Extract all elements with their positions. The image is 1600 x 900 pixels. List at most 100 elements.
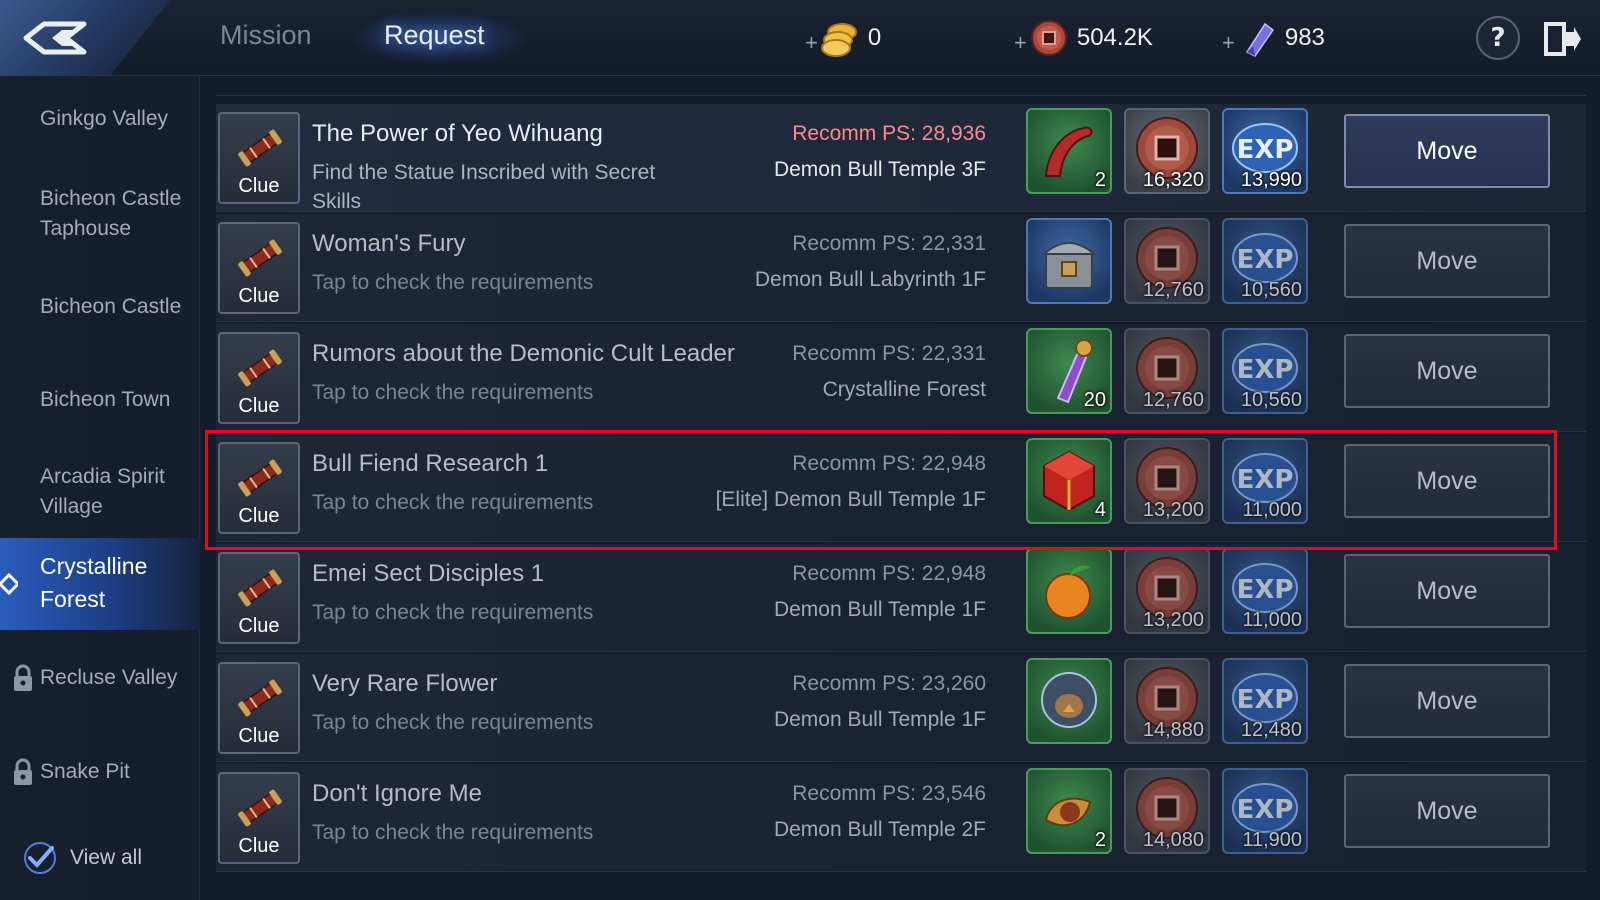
currency-gold[interactable]: + 0 bbox=[805, 18, 881, 58]
quest-row[interactable]: Clue Woman's Fury Tap to check the requi… bbox=[216, 214, 1586, 322]
quest-row[interactable]: Clue Don't Ignore Me Tap to check the re… bbox=[216, 764, 1586, 872]
exit-icon[interactable] bbox=[1540, 18, 1582, 60]
reward-quantity: 14,880 bbox=[1142, 719, 1204, 741]
reward-item[interactable] bbox=[1026, 658, 1112, 744]
reward-item[interactable]: 20 bbox=[1026, 328, 1112, 414]
reward-item[interactable]: EXP 11,900 bbox=[1222, 768, 1308, 854]
scroll-icon bbox=[238, 789, 282, 827]
clue-label: Clue bbox=[238, 175, 280, 197]
reward-item[interactable]: 12,760 bbox=[1124, 218, 1210, 304]
clue-badge[interactable]: Clue bbox=[218, 332, 300, 424]
quest-description: Tap to check the requirements bbox=[312, 271, 594, 294]
reward-item[interactable]: EXP 11,000 bbox=[1222, 548, 1308, 634]
scroll-icon bbox=[238, 349, 282, 387]
quest-title: The Power of Yeo Wihuang bbox=[312, 120, 603, 147]
svg-text:EXP: EXP bbox=[1237, 465, 1294, 495]
move-button[interactable]: Move bbox=[1344, 114, 1550, 188]
reward-item[interactable]: 13,200 bbox=[1124, 438, 1210, 524]
help-button[interactable]: ? bbox=[1476, 16, 1520, 60]
reward-item[interactable]: EXP 12,480 bbox=[1222, 658, 1308, 744]
quest-location: Demon Bull Labyrinth 1F bbox=[754, 268, 986, 291]
recommended-ps: Recomm PS: 23,260 bbox=[792, 672, 986, 695]
reward-quantity: 11,000 bbox=[1242, 499, 1302, 521]
move-button[interactable]: Move bbox=[1344, 224, 1550, 298]
copper-coin-icon bbox=[1030, 20, 1067, 56]
currency-copper[interactable]: + 504.2K bbox=[1014, 18, 1153, 58]
gold-coin-icon bbox=[820, 23, 857, 57]
reward-quantity: 13,990 bbox=[1240, 169, 1302, 191]
move-button[interactable]: Move bbox=[1344, 334, 1550, 408]
copper-amount: 504.2K bbox=[1076, 24, 1153, 51]
reward-item[interactable]: EXP 10,560 bbox=[1222, 218, 1308, 304]
quest-row[interactable]: Clue Very Rare Flower Tap to check the r… bbox=[216, 654, 1586, 762]
reward-item[interactable]: 16,320 bbox=[1124, 108, 1210, 194]
quest-row[interactable]: Clue Rumors about the Demonic Cult Leade… bbox=[216, 324, 1586, 432]
sidebar-item-recluse-valley[interactable]: Recluse Valley bbox=[0, 663, 200, 693]
sidebar-item-bicheon-castle-taphouse[interactable]: Bicheon Castle Taphouse bbox=[0, 184, 200, 244]
reward-item[interactable]: 12,760 bbox=[1124, 328, 1210, 414]
scroll-icon bbox=[238, 459, 282, 497]
quest-description: Tap to check the requirements bbox=[312, 491, 594, 514]
sidebar-item-snake-pit[interactable]: Snake Pit bbox=[0, 757, 200, 787]
reward-item[interactable]: EXP 10,560 bbox=[1222, 328, 1308, 414]
add-gold-icon[interactable]: + bbox=[805, 30, 818, 56]
clue-badge[interactable]: Clue bbox=[218, 442, 300, 534]
treasure-chest-icon bbox=[1041, 242, 1097, 289]
back-button[interactable] bbox=[0, 0, 170, 76]
clue-badge[interactable]: Clue bbox=[218, 662, 300, 754]
recommended-ps: Recomm PS: 22,331 bbox=[792, 342, 986, 365]
quest-location: Crystalline Forest bbox=[822, 378, 986, 401]
reward-item[interactable]: EXP 11,000 bbox=[1222, 438, 1308, 524]
clue-badge[interactable]: Clue bbox=[218, 552, 300, 644]
quest-row[interactable]: Clue Emei Sect Disciples 1 Tap to check … bbox=[216, 544, 1586, 652]
top-bar: Mission Request + 0 + 504.2K + 983 ? bbox=[0, 0, 1600, 76]
move-button[interactable]: Move bbox=[1344, 664, 1550, 738]
clue-label: Clue bbox=[238, 505, 280, 527]
add-crystal-icon[interactable]: + bbox=[1222, 30, 1235, 56]
add-copper-icon[interactable]: + bbox=[1014, 30, 1027, 56]
quest-title: Don't Ignore Me bbox=[312, 780, 483, 807]
move-button[interactable]: Move bbox=[1344, 774, 1550, 848]
svg-text:EXP: EXP bbox=[1237, 135, 1294, 165]
reward-item[interactable]: 4 bbox=[1026, 438, 1112, 524]
tab-mission[interactable]: Mission bbox=[220, 20, 312, 51]
reward-item[interactable] bbox=[1026, 218, 1112, 304]
checkmark-icon bbox=[24, 842, 56, 874]
currency-crystal[interactable]: + 983 bbox=[1222, 18, 1325, 58]
reward-item[interactable]: 2 bbox=[1026, 768, 1112, 854]
sidebar-item-bicheon-town[interactable]: Bicheon Town bbox=[0, 385, 200, 415]
gold-amount: 0 bbox=[867, 24, 882, 51]
clue-badge[interactable]: Clue bbox=[218, 222, 300, 314]
quest-list[interactable]: Clue The Power of Yeo Wihuang Find the S… bbox=[208, 76, 1600, 900]
sidebar-item-bicheon-castle[interactable]: Bicheon Castle bbox=[0, 292, 200, 322]
tab-request[interactable]: Request bbox=[384, 20, 485, 51]
reward-quantity: 2 bbox=[1094, 829, 1106, 851]
selected-diamond-icon bbox=[0, 573, 18, 595]
reward-item[interactable]: 2 bbox=[1026, 108, 1112, 194]
clue-badge[interactable]: Clue bbox=[218, 772, 300, 864]
sidebar-item-crystalline-forest[interactable]: Crystalline Forest bbox=[0, 538, 200, 630]
reward-quantity: 13,200 bbox=[1142, 609, 1204, 631]
reward-item[interactable] bbox=[1026, 548, 1112, 634]
view-all-toggle[interactable]: View all bbox=[22, 840, 142, 876]
sidebar-item-label: Snake Pit bbox=[40, 760, 130, 783]
quest-row[interactable]: Clue Bull Fiend Research 1 Tap to check … bbox=[216, 434, 1586, 542]
quest-description: Tap to check the requirements bbox=[312, 601, 594, 624]
reward-item[interactable]: 14,080 bbox=[1124, 768, 1210, 854]
svg-text:EXP: EXP bbox=[1237, 575, 1294, 605]
reward-item[interactable]: 13,200 bbox=[1124, 548, 1210, 634]
quest-row[interactable]: Clue The Power of Yeo Wihuang Find the S… bbox=[216, 104, 1586, 213]
svg-text:EXP: EXP bbox=[1237, 245, 1294, 275]
move-button[interactable]: Move bbox=[1344, 444, 1550, 518]
sidebar-item-arcadia-spirit-village[interactable]: Arcadia Spirit Village bbox=[0, 462, 200, 522]
clue-badge[interactable]: Clue bbox=[218, 112, 300, 204]
lock-icon bbox=[14, 664, 32, 691]
move-button[interactable]: Move bbox=[1344, 554, 1550, 628]
scroll-icon bbox=[238, 679, 282, 717]
reward-quantity: 14,080 bbox=[1142, 829, 1204, 851]
reward-item[interactable]: EXP 13,990 bbox=[1222, 108, 1308, 194]
lock-icon bbox=[14, 758, 32, 785]
reward-quantity: 11,900 bbox=[1242, 829, 1302, 851]
sidebar-item-ginkgo-valley[interactable]: Ginkgo Valley bbox=[0, 104, 200, 134]
reward-item[interactable]: 14,880 bbox=[1124, 658, 1210, 744]
